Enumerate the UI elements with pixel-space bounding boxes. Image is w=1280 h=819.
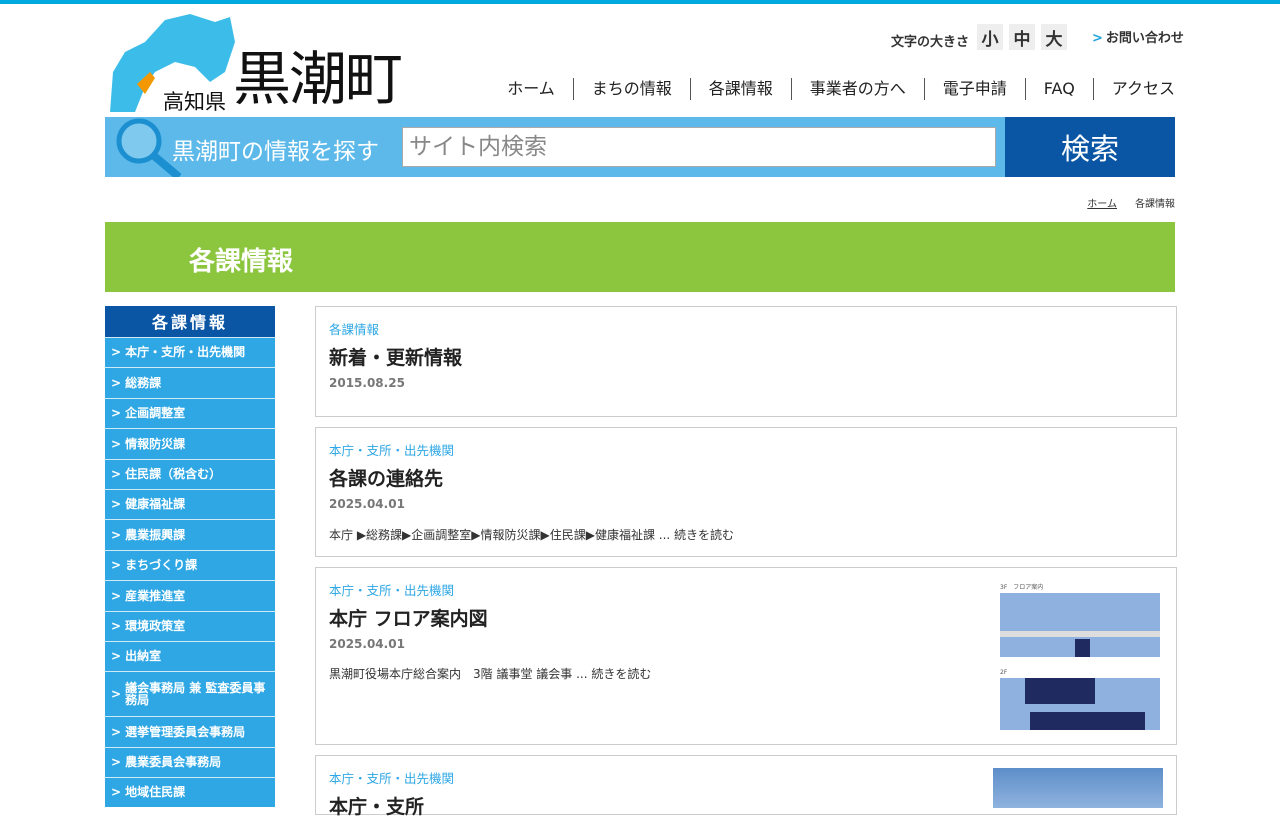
post-card[interactable]: 各課情報 新着・更新情報 2015.08.25 <box>315 306 1177 417</box>
post-category[interactable]: 本庁・支所・出先機関 <box>329 440 454 459</box>
thumb-label-2f: 2F <box>1000 669 1008 676</box>
post-title[interactable]: 本庁 フロア案内図 <box>329 604 488 631</box>
nav-town-info[interactable]: まちの情報 <box>572 78 690 100</box>
font-size-label: 文字の大きさ <box>891 34 970 50</box>
site-logo[interactable]: 高知県 黒潮町 <box>105 12 415 116</box>
sidebar-item-label: 選挙管理委員会事務局 <box>125 724 246 739</box>
post-category[interactable]: 各課情報 <box>329 319 379 338</box>
post-category[interactable]: 本庁・支所・出先機関 <box>329 580 454 599</box>
sidebar-item[interactable]: > 健康福祉課 <box>105 488 275 520</box>
search-label: 黒潮町の情報を探す <box>172 139 379 165</box>
post-title[interactable]: 各課の連絡先 <box>329 464 443 491</box>
sidebar-item[interactable]: > 選挙管理委員会事務局 <box>105 716 275 747</box>
sidebar-item[interactable]: > 地域住民課 <box>105 777 275 808</box>
sidebar-item[interactable]: > 議会事務局 兼 監査委員事務局 <box>105 671 275 717</box>
sidebar-item-label: 企画調整室 <box>125 406 186 421</box>
font-size-small-button[interactable]: 小 <box>977 24 1004 50</box>
sidebar-item[interactable]: > 企画調整室 <box>105 397 275 429</box>
sidebar-item[interactable]: > まちづくり課 <box>105 549 275 581</box>
chevron-right-icon: > <box>111 618 122 633</box>
contact-link[interactable]: > お問い合わせ <box>1092 27 1184 46</box>
nav-home[interactable]: ホーム <box>489 78 573 100</box>
nav-access[interactable]: アクセス <box>1092 78 1175 100</box>
post-card[interactable]: 本庁・支所・出先機関 本庁・支所 <box>315 755 1177 818</box>
sidebar-item-label: 環境政策室 <box>125 618 186 633</box>
chevron-right-icon: > <box>111 436 122 451</box>
search-button[interactable]: 検索 <box>1005 117 1175 177</box>
sidebar-item-label: 農業振興課 <box>125 527 186 542</box>
sidebar-item-label: 農業委員会事務局 <box>125 755 222 770</box>
sidebar-item-label: 地域住民課 <box>125 785 186 800</box>
search-icon <box>116 118 181 177</box>
sidebar-item-label: 本庁・支所・出先機関 <box>125 345 246 360</box>
chevron-right-icon: > <box>111 497 122 512</box>
search-bar: 黒潮町の情報を探す 検索 <box>105 117 1175 177</box>
sidebar-item[interactable]: > 出納室 <box>105 640 275 672</box>
thumb-label-3f: 3F フロア案内 <box>1000 584 1044 591</box>
font-size-switcher: 文字の大きさ 小 中 大 <box>891 24 1068 50</box>
sidebar-item-label: 住民課（税含む） <box>125 466 222 481</box>
post-category[interactable]: 本庁・支所・出先機関 <box>329 768 454 787</box>
sidebar-item-label: 議会事務局 兼 監査委員事務局 <box>125 680 266 708</box>
page-title-banner: 各課情報 <box>105 222 1175 292</box>
sidebar-item-label: 健康福祉課 <box>125 497 186 512</box>
post-title[interactable]: 新着・更新情報 <box>329 343 462 370</box>
nav-e-application[interactable]: 電子申請 <box>923 78 1025 100</box>
chevron-right-icon: > <box>111 527 122 542</box>
chevron-right-icon: > <box>111 375 122 390</box>
chevron-right-icon: > <box>111 558 122 573</box>
chevron-right-icon: > <box>111 755 122 770</box>
sidebar-item[interactable]: > 産業推進室 <box>105 580 275 611</box>
chevron-right-icon: > <box>111 785 122 800</box>
font-size-medium-button[interactable]: 中 <box>1009 24 1036 50</box>
post-title[interactable]: 本庁・支所 <box>329 792 424 819</box>
sidebar-item[interactable]: > 総務課 <box>105 367 275 398</box>
post-date: 2025.04.01 <box>329 497 405 511</box>
post-date: 2015.08.25 <box>329 376 405 390</box>
sidebar-item[interactable]: > 情報防災課 <box>105 428 275 459</box>
breadcrumb: ホーム 各課情報 <box>1087 195 1175 210</box>
sidebar-item-label: 情報防災課 <box>125 436 186 451</box>
sidebar-item[interactable]: > 住民課（税含む） <box>105 458 275 489</box>
chevron-right-icon: > <box>111 724 122 739</box>
sidebar-item-label: 総務課 <box>125 375 162 390</box>
sidebar-item[interactable]: > 本庁・支所・出先機関 <box>105 337 275 368</box>
chevron-right-icon: > <box>111 345 122 360</box>
chevron-right-icon: > <box>111 406 122 421</box>
breadcrumb-home[interactable]: ホーム <box>1087 195 1117 210</box>
contact-label: お問い合わせ <box>1105 31 1184 46</box>
breadcrumb-current: 各課情報 <box>1135 199 1175 210</box>
post-date: 2025.04.01 <box>329 637 405 651</box>
nav-business[interactable]: 事業者の方へ <box>790 78 924 100</box>
chevron-right-icon: > <box>111 588 122 603</box>
chevron-right-icon: > <box>111 649 122 664</box>
chevron-right-icon: > <box>1092 31 1103 46</box>
sidebar-item-label: 産業推進室 <box>125 588 186 603</box>
font-size-large-button[interactable]: 大 <box>1041 24 1068 50</box>
post-excerpt[interactable]: 黒潮町役場本庁総合案内 3階 議事堂 議会事 ... 続きを読む <box>329 665 651 682</box>
sidebar-item-label: まちづくり課 <box>125 558 198 573</box>
chevron-right-icon: > <box>111 687 122 701</box>
post-excerpt[interactable]: 本庁 ▶総務課▶企画調整室▶情報防災課▶住民課▶健康福祉課 ... 続きを読む <box>329 526 734 543</box>
sidebar-item[interactable]: > 農業委員会事務局 <box>105 746 275 778</box>
logo-town-name: 黒潮町 <box>233 45 403 113</box>
top-accent-bar <box>0 0 1280 4</box>
sidebar-item[interactable]: > 農業振興課 <box>105 519 275 550</box>
logo-prefecture: 高知県 <box>163 90 226 114</box>
post-card[interactable]: 本庁・支所・出先機関 各課の連絡先 2025.04.01 本庁 ▶総務課▶企画調… <box>315 427 1177 557</box>
nav-departments[interactable]: 各課情報 <box>689 78 791 100</box>
chevron-right-icon: > <box>111 466 122 481</box>
page-title: 各課情報 <box>189 247 294 277</box>
floor-map-thumbnail[interactable]: 3F フロア案内 2F <box>1000 582 1160 730</box>
post-card[interactable]: 本庁・支所・出先機関 本庁 フロア案内図 2025.04.01 黒潮町役場本庁総… <box>315 567 1177 745</box>
search-input[interactable] <box>402 127 996 167</box>
sidebar-item[interactable]: > 環境政策室 <box>105 610 275 641</box>
global-nav: ホーム まちの情報 各課情報 事業者の方へ 電子申請 FAQ アクセス <box>489 78 1175 100</box>
nav-faq[interactable]: FAQ <box>1024 78 1093 100</box>
sidebar: 各課情報 > 本庁・支所・出先機関 > 総務課 > 企画調整室 > 情報防災課 > 住民課（税含む… <box>105 306 275 808</box>
sidebar-title: 各課情報 <box>105 306 275 337</box>
post-thumbnail[interactable] <box>993 768 1163 808</box>
sidebar-item-label: 出納室 <box>125 649 162 664</box>
